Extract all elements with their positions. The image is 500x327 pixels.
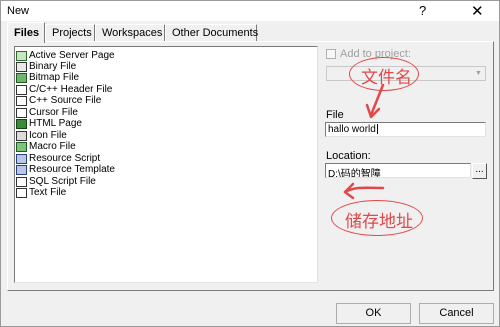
tab-projects[interactable]: Projects (45, 24, 95, 41)
browse-button[interactable]: ... (472, 163, 487, 179)
list-item[interactable]: Macro File (16, 141, 76, 152)
icon-file-icon (16, 130, 27, 141)
tab-other-documents[interactable]: Other Documents (165, 24, 258, 41)
list-item[interactable]: Cursor File (16, 107, 78, 118)
file-type-list[interactable]: Active Server Page Binary File Bitmap Fi… (14, 46, 318, 283)
binary-file-icon (16, 61, 27, 72)
list-item[interactable]: Icon File (16, 130, 67, 141)
list-item[interactable]: Bitmap File (16, 72, 79, 83)
arrow-annotation-file (365, 83, 385, 119)
macro-icon (16, 141, 27, 152)
list-item[interactable]: Resource Template (16, 164, 115, 175)
asp-icon (16, 50, 27, 61)
file-label: File (326, 109, 344, 121)
resource-script-icon (16, 153, 27, 164)
ok-button[interactable]: OK (336, 303, 411, 324)
list-item[interactable]: C++ Source File (16, 95, 101, 106)
chevron-down-icon: ▼ (475, 70, 482, 77)
bitmap-icon (16, 72, 27, 83)
arrow-annotation-location (343, 182, 385, 200)
location-label: Location: (326, 150, 371, 162)
text-file-icon (16, 187, 27, 198)
cancel-button[interactable]: Cancel (419, 303, 494, 324)
source-file-icon (16, 95, 27, 106)
cursor-icon (16, 107, 27, 118)
list-item[interactable]: Active Server Page (16, 50, 115, 61)
annotation-text: 储存地址 (345, 212, 413, 232)
add-to-project-checkbox[interactable] (326, 49, 336, 59)
list-item[interactable]: SQL Script File (16, 176, 96, 187)
file-name-field[interactable]: hallo world (325, 122, 486, 137)
sql-icon (16, 176, 27, 187)
help-button[interactable]: ? (419, 3, 426, 18)
list-item[interactable]: HTML Page (16, 118, 82, 129)
tab-files[interactable]: Files (7, 22, 45, 43)
location-field[interactable]: D:\码的智障 (325, 163, 471, 178)
list-item[interactable]: Resource Script (16, 153, 100, 164)
header-file-icon (16, 84, 27, 95)
title-bar: New ? ✕ (1, 1, 499, 21)
close-button[interactable]: ✕ (471, 2, 484, 20)
list-item[interactable]: Text File (16, 187, 66, 198)
list-item[interactable]: Binary File (16, 61, 76, 72)
window-title: New (7, 5, 30, 17)
text-caret (376, 124, 378, 135)
new-dialog: New ? ✕ Files Projects Workspaces Other … (0, 0, 500, 327)
html-icon (16, 118, 27, 129)
tab-workspaces[interactable]: Workspaces (95, 24, 165, 41)
list-item[interactable]: C/C++ Header File (16, 84, 112, 95)
resource-template-icon (16, 164, 27, 175)
